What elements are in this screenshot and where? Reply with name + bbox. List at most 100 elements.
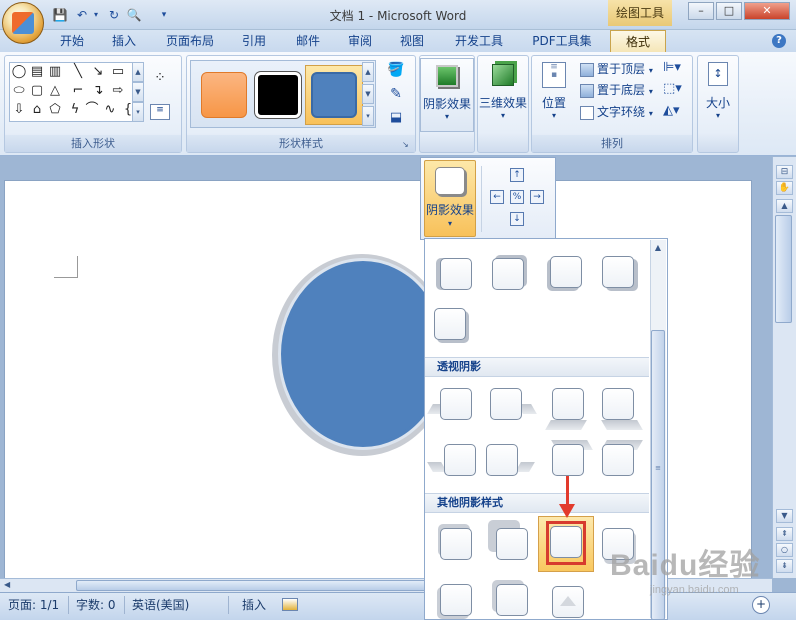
scroll-up-arrow[interactable]: ▲ (776, 199, 793, 213)
styles-scroll-down[interactable]: ▼ (362, 84, 374, 104)
textbox-insert-icon[interactable]: ≡ (150, 104, 170, 120)
style-orange-swatch[interactable] (201, 72, 247, 118)
rectangle-shape-icon[interactable]: ▭ (110, 64, 126, 80)
minimize-button[interactable]: – (688, 2, 714, 20)
curve-shape-icon[interactable]: ∿ (102, 102, 118, 118)
shadow-on-off-icon[interactable]: % (510, 190, 524, 204)
shadow-effects-active-button[interactable]: 阴影效果 ▾ (424, 160, 476, 237)
status-mode[interactable]: 插入 (242, 597, 266, 613)
shape-fill-icon[interactable]: 🪣 (382, 62, 410, 82)
vertical-scroll-thumb[interactable] (775, 215, 792, 323)
right-arrow-shape-icon[interactable]: ⇨ (110, 83, 126, 99)
nudge-shadow-right-icon[interactable]: → (530, 190, 544, 204)
vertical-textbox-icon[interactable]: ▥ (47, 64, 63, 80)
styles-scroll-up[interactable]: ▲ (362, 62, 374, 82)
other-shadow-item[interactable] (438, 524, 474, 562)
perspective-shadow-item[interactable] (486, 444, 520, 478)
close-button[interactable]: ✕ (744, 2, 790, 20)
freeform-shape-icon[interactable]: ⌂ (29, 102, 45, 118)
shapes-scroll-up[interactable]: ▲ (132, 62, 144, 82)
edit-points-icon[interactable]: ⁘ (150, 70, 170, 90)
three-d-effects-button[interactable]: 三维效果 ▾ (477, 58, 529, 132)
tab-page-layout[interactable]: 页面布局 (158, 30, 222, 52)
tab-review[interactable]: 审阅 (340, 30, 380, 52)
circle-shape[interactable] (278, 258, 448, 450)
shadow-style-item[interactable] (436, 258, 474, 292)
maximize-button[interactable]: □ (716, 2, 742, 20)
status-language[interactable]: 英语(美国) (132, 597, 189, 613)
prev-page-icon[interactable]: ⇞ (776, 527, 793, 541)
tab-developer[interactable]: 开发工具 (446, 30, 512, 52)
gallery-scroll-up[interactable]: ▲ (653, 243, 663, 253)
elbow-connector-icon[interactable]: ⌐ (70, 83, 86, 99)
shadow-style-item[interactable] (434, 308, 469, 343)
perspective-shadow-item[interactable] (490, 388, 524, 422)
tab-mailings[interactable]: 邮件 (288, 30, 328, 52)
tab-insert[interactable]: 插入 (104, 30, 144, 52)
bring-to-front-button[interactable]: 置于顶层 ▾ (580, 59, 653, 79)
shapes-scroll-down[interactable]: ▼ (132, 82, 144, 102)
down-arrow-shape-icon[interactable]: ⇩ (11, 102, 27, 118)
other-shadow-item[interactable] (437, 584, 474, 619)
textbox-shape-icon[interactable]: ▤ (29, 64, 45, 80)
perspective-shadow-item[interactable] (602, 444, 636, 478)
office-button[interactable] (2, 2, 44, 44)
tab-pdf-tools[interactable]: PDF工具集 (526, 30, 598, 52)
shape-styles-gallery[interactable] (190, 60, 376, 128)
nudge-shadow-up-icon[interactable]: ↑ (510, 168, 524, 182)
scroll-down-arrow[interactable]: ▼ (776, 509, 793, 523)
shadow-effects-button[interactable]: 阴影效果 ▾ (420, 58, 474, 132)
line-shape-icon[interactable]: ╲ (70, 64, 86, 80)
size-button[interactable]: ↕ 大小 ▾ (699, 58, 737, 132)
perspective-shadow-item[interactable] (602, 388, 636, 422)
tab-references[interactable]: 引用 (234, 30, 274, 52)
shadow-style-item[interactable] (602, 256, 638, 291)
macro-record-icon[interactable] (282, 598, 298, 611)
styles-more[interactable]: ▾ (362, 106, 374, 126)
horizontal-scroll-thumb[interactable] (76, 580, 426, 591)
pan-hand-icon[interactable]: ✋ (776, 181, 793, 195)
ellipse-shape-icon[interactable]: ⬭ (11, 83, 27, 99)
ruler-toggle-icon[interactable]: ⊟ (776, 165, 793, 179)
scroll-left-arrow[interactable]: ◀ (4, 580, 16, 591)
perspective-shadow-item[interactable] (440, 388, 474, 422)
shapes-more[interactable]: ▾ (132, 102, 144, 122)
status-page[interactable]: 页面: 1/1 (8, 597, 59, 613)
rotate-icon[interactable]: ◭▾ (663, 103, 687, 121)
align-icon[interactable]: ⊫▾ (663, 60, 687, 78)
perspective-shadow-item[interactable] (552, 444, 586, 478)
text-wrap-button[interactable]: 文字环绕 ▾ (580, 102, 653, 122)
styles-launcher-icon[interactable]: ↘ (402, 140, 412, 150)
nudge-shadow-left-icon[interactable]: ← (490, 190, 504, 204)
arrow-line-icon[interactable]: ↘ (90, 64, 106, 80)
pentagon-shape-icon[interactable]: ⬠ (47, 102, 63, 118)
group-icon[interactable]: ⬚▾ (663, 81, 687, 99)
elbow-arrow-icon[interactable]: ↴ (90, 83, 106, 99)
lightning-shape-icon[interactable]: ϟ (67, 102, 83, 118)
arc-shape-icon[interactable]: ⌒ (84, 102, 100, 118)
tab-home[interactable]: 开始 (52, 30, 92, 52)
shape-outline-icon[interactable]: ✎ (382, 86, 410, 106)
send-to-back-button[interactable]: 置于底层 ▾ (580, 80, 653, 100)
help-icon[interactable]: ? (772, 34, 786, 48)
baidu-watermark: Baidu经验 jingyan.baidu.com (610, 540, 796, 600)
perspective-shadow-item[interactable] (444, 444, 478, 478)
style-blue-swatch[interactable] (311, 72, 357, 118)
tab-format[interactable]: 格式 (610, 30, 666, 52)
shapes-gallery[interactable]: ◯ ▤ ▥ ╲ ↘ ▭ ⬭ ▢ △ ⌐ ↴ ⇨ ⇩ ⌂ ⬠ ϟ ⌒ ∿ { (9, 62, 139, 122)
other-shadow-item[interactable] (552, 586, 586, 620)
other-shadow-item[interactable] (492, 580, 530, 618)
position-button[interactable]: ≡ ▪ 位置 ▾ (536, 58, 572, 132)
style-black-swatch[interactable] (255, 72, 301, 118)
tab-view[interactable]: 视图 (392, 30, 432, 52)
other-shadow-item[interactable] (488, 520, 530, 562)
oval-shape-icon[interactable]: ◯ (11, 64, 27, 80)
rounded-rect-icon[interactable]: ▢ (29, 83, 45, 99)
nudge-shadow-down-icon[interactable]: ↓ (510, 212, 524, 226)
status-words[interactable]: 字数: 0 (76, 597, 116, 613)
perspective-shadow-item[interactable] (552, 388, 586, 422)
triangle-shape-icon[interactable]: △ (47, 83, 63, 99)
shadow-style-item[interactable] (547, 256, 584, 291)
change-shape-icon[interactable]: ⬓ (382, 110, 410, 130)
shadow-style-item[interactable] (492, 255, 527, 292)
